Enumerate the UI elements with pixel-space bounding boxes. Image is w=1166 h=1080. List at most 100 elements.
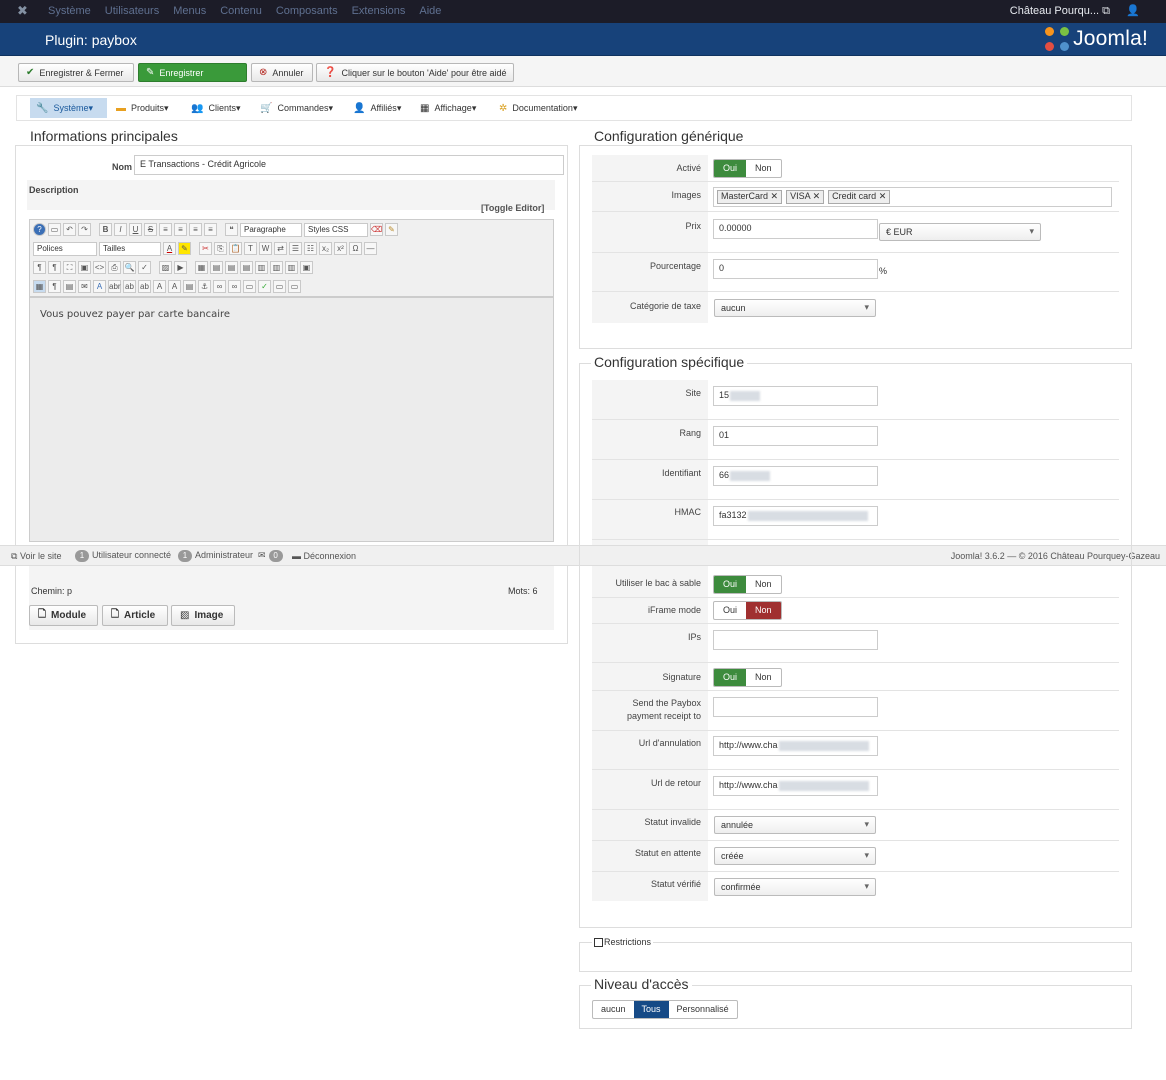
underline-icon[interactable]: U — [129, 223, 142, 236]
strikethrough-icon[interactable]: S — [144, 223, 157, 236]
tag-mastercard[interactable]: MasterCard ✕ — [717, 190, 783, 204]
connected-users[interactable]: 1 Utilisateur connecté — [72, 550, 171, 562]
pagebreak-icon[interactable]: ▭ — [288, 280, 301, 293]
hmac-input[interactable]: fa3132 — [713, 506, 878, 526]
submenu-systeme[interactable]: 🔧 Système ▾ — [30, 98, 107, 118]
remove-tag-icon[interactable]: ✕ — [813, 191, 821, 201]
ins-icon[interactable]: A — [168, 280, 181, 293]
submenu-affichage[interactable]: ▦ Affichage ▾ — [414, 98, 482, 118]
tag-visa[interactable]: VISA ✕ — [786, 190, 825, 204]
invalid-status-select[interactable]: annulée — [714, 816, 876, 834]
iframe-no[interactable]: Non — [746, 602, 781, 619]
remove-tag-icon[interactable]: ✕ — [771, 191, 779, 201]
spellcheck-icon[interactable]: ✓ — [138, 261, 151, 274]
cleanup-icon[interactable]: ✎ — [385, 223, 398, 236]
submenu-affilies[interactable]: 👤 Affiliés ▾ — [347, 98, 407, 118]
help-button[interactable]: ❓ Cliquer sur le bouton 'Aide' pour être … — [316, 63, 514, 82]
del-icon[interactable]: A — [153, 280, 166, 293]
submenu-clients[interactable]: 👥 Clients ▾ — [185, 98, 247, 118]
acronym-icon[interactable]: ab — [123, 280, 136, 293]
restrictions-legend[interactable]: Restrictions — [592, 937, 654, 947]
access-level-group[interactable]: aucun Tous Personnalisé — [592, 1000, 738, 1019]
cut-icon[interactable]: ✂ — [199, 242, 212, 255]
save-close-button[interactable]: ✔ Enregistrer & Fermer — [18, 63, 134, 82]
signature-yes[interactable]: Oui — [714, 669, 747, 686]
restrictions-checkbox[interactable] — [594, 937, 603, 947]
messages[interactable]: ✉ 0 — [258, 550, 286, 562]
media-icon[interactable]: ▶ — [174, 261, 187, 274]
submenu-commandes[interactable]: 🛒 Commandes ▾ — [254, 98, 339, 118]
frame-icon[interactable]: ▭ — [273, 280, 286, 293]
spell-icon[interactable]: ✓ — [258, 280, 271, 293]
copy-icon[interactable]: ⎘ — [214, 242, 227, 255]
sandbox-yes[interactable]: Oui — [714, 576, 747, 593]
active-toggle[interactable]: Oui Non — [713, 159, 782, 178]
email-icon[interactable]: ✉ — [78, 280, 91, 293]
iframe-yes[interactable]: Oui — [714, 602, 746, 619]
row-after-icon[interactable]: ▤ — [225, 261, 238, 274]
active-yes[interactable]: Oui — [714, 160, 747, 177]
text-color-icon[interactable]: A — [163, 242, 176, 255]
delete-row-icon[interactable]: ▤ — [240, 261, 253, 274]
insert-module-button[interactable]: 🗋 Module — [29, 605, 98, 626]
align-left-icon[interactable]: ≡ — [159, 223, 172, 236]
table-icon[interactable]: ▦ — [195, 261, 208, 274]
align-justify-icon[interactable]: ≡ — [204, 223, 217, 236]
help-icon[interactable]: ? — [33, 223, 46, 236]
insert-article-button[interactable]: 🗋 Article — [102, 605, 168, 626]
view-site-link[interactable]: ⧉ Voir le site — [11, 551, 61, 562]
search-replace-icon[interactable]: ⇄ — [274, 242, 287, 255]
access-none[interactable]: aucun — [593, 1001, 634, 1018]
site-input[interactable]: 15 — [713, 386, 878, 406]
code-icon[interactable]: <> — [93, 261, 106, 274]
subscript-icon[interactable]: x₂ — [319, 242, 332, 255]
paste-text-icon[interactable]: T — [244, 242, 257, 255]
video-icon[interactable]: ▭ — [243, 280, 256, 293]
menu-utilisateurs[interactable]: Utilisateurs — [105, 5, 159, 17]
styles-select[interactable]: Styles CSS — [304, 222, 368, 237]
abbr-icon[interactable]: abr — [108, 280, 121, 293]
rank-input[interactable]: 01 — [713, 426, 878, 446]
active-no[interactable]: Non — [746, 160, 781, 177]
access-all[interactable]: Tous — [633, 1001, 669, 1018]
numbered-list-icon[interactable]: ☷ — [304, 242, 317, 255]
access-custom[interactable]: Personnalisé — [669, 1001, 737, 1018]
unlink-icon[interactable]: ∞ — [228, 280, 241, 293]
undo-icon[interactable]: ↶ — [63, 223, 76, 236]
signature-no[interactable]: Non — [746, 669, 781, 686]
format-select[interactable]: Paragraphe — [240, 222, 302, 237]
cite-icon[interactable]: ab — [138, 280, 151, 293]
align-right-icon[interactable]: ≡ — [189, 223, 202, 236]
pending-status-select[interactable]: créée — [714, 847, 876, 865]
tax-select[interactable]: aucun — [714, 299, 876, 317]
ltr-icon[interactable]: ¶ — [33, 261, 46, 274]
ips-input[interactable] — [713, 630, 878, 650]
cancel-button[interactable]: ⊗ Annuler — [251, 63, 313, 82]
italic-icon[interactable]: I — [114, 223, 127, 236]
visual-aid-icon[interactable]: ▦ — [33, 280, 46, 293]
superscript-icon[interactable]: x² — [334, 242, 347, 255]
delete-col-icon[interactable]: ▥ — [285, 261, 298, 274]
images-tag-input[interactable]: MasterCard ✕ VISA ✕ Credit card ✕ — [713, 187, 1112, 207]
menu-menus[interactable]: Menus — [173, 5, 206, 17]
sandbox-no[interactable]: Non — [746, 576, 781, 593]
receipt-email-input[interactable] — [713, 697, 878, 717]
percent-input[interactable]: 0 — [713, 259, 878, 279]
tag-credit-card[interactable]: Credit card ✕ — [828, 190, 891, 204]
find-icon[interactable]: 🔍 — [123, 261, 136, 274]
preview-icon[interactable]: ▣ — [78, 261, 91, 274]
site-link[interactable]: Château Pourqu... ⧉ — [1010, 5, 1110, 18]
currency-select[interactable]: € EUR — [879, 223, 1041, 241]
align-center-icon[interactable]: ≡ — [174, 223, 187, 236]
toggle-editor-link[interactable]: [Toggle Editor] — [481, 203, 544, 213]
insert-image-button[interactable]: ▨ Image — [171, 605, 235, 626]
omega-icon[interactable]: Ω — [349, 242, 362, 255]
menu-aide[interactable]: Aide — [419, 5, 441, 17]
return-url-input[interactable]: http://www.cha — [713, 776, 878, 796]
name-input[interactable]: E Transactions - Crédit Agricole — [134, 155, 564, 175]
remove-tag-icon[interactable]: ✕ — [879, 191, 887, 201]
menu-contenu[interactable]: Contenu — [220, 5, 262, 17]
signature-toggle[interactable]: Oui Non — [713, 668, 782, 687]
fullscreen-icon[interactable]: ⛶ — [63, 261, 76, 274]
font-select[interactable]: Polices — [33, 241, 97, 256]
